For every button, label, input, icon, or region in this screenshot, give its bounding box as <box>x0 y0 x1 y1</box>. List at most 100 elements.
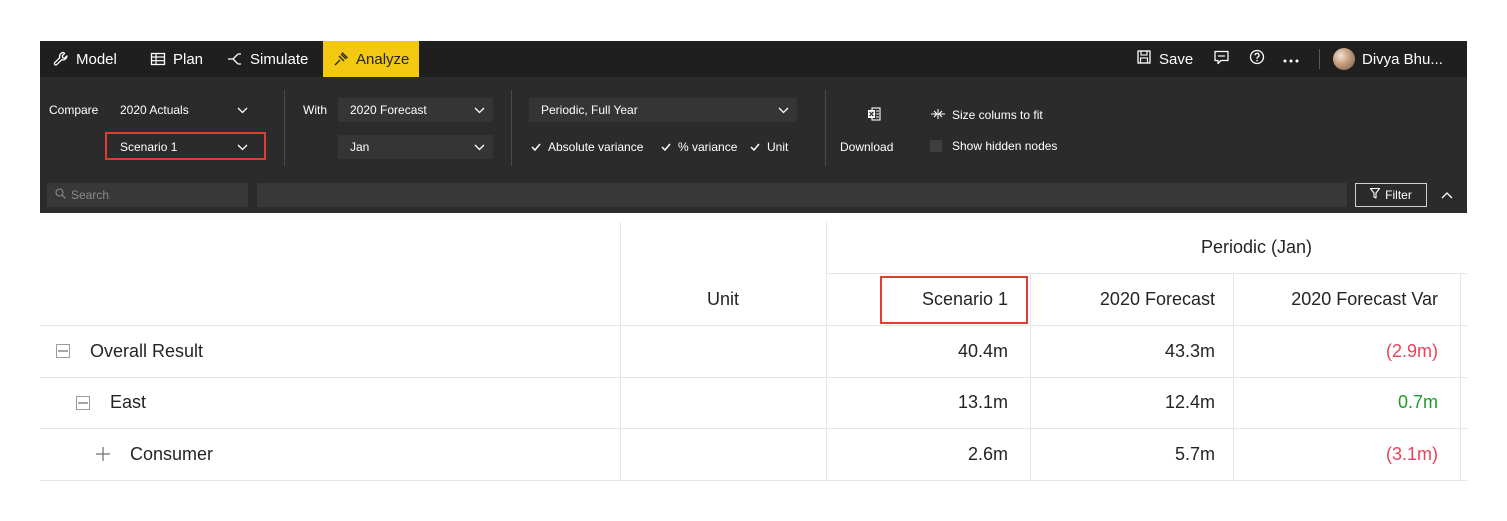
checkmark-icon <box>660 141 672 153</box>
compare-value: 2020 Actuals <box>120 103 189 117</box>
group-header-label: Periodic (Jan) <box>1200 237 1312 257</box>
cell-variance: 0.7m <box>1233 377 1460 428</box>
filter-track[interactable] <box>257 183 1347 207</box>
cell-value: 5.7m <box>1174 443 1215 464</box>
compare-label: Compare <box>49 103 99 117</box>
search-placeholder: Search <box>71 188 110 202</box>
user-name: Divya Bhu... <box>1362 50 1443 68</box>
absolute-variance-checkbox[interactable]: Absolute variance <box>530 140 643 154</box>
checkbox-unchecked-icon <box>930 140 942 152</box>
nav-simulate-label: Simulate <box>250 50 309 68</box>
toolbar-divider <box>511 90 512 166</box>
column-header-variance[interactable]: 2020 Forecast Var <box>1233 273 1460 325</box>
appbar-divider <box>1319 49 1320 69</box>
nav-plan-label: Plan <box>173 50 204 68</box>
save-label: Save <box>1159 50 1194 68</box>
toolbar-divider <box>284 90 285 166</box>
search-bar: Search Filter <box>40 177 1467 213</box>
table-row: Consumer <box>96 428 616 480</box>
grid-line <box>620 222 621 481</box>
comment-button[interactable] <box>1213 41 1230 77</box>
compare-dropdown[interactable]: 2020 Actuals <box>108 98 256 122</box>
nav-analyze-label: Analyze <box>356 50 410 68</box>
show-hidden-nodes-checkbox[interactable]: Show hidden nodes <box>930 139 1057 153</box>
size-columns-button[interactable]: Size colums to fit <box>930 108 1043 122</box>
checkmark-icon <box>749 141 761 153</box>
row-label: Consumer <box>130 443 214 464</box>
nav-model-label: Model <box>76 50 117 68</box>
download-button[interactable]: Download <box>840 107 912 155</box>
period-value: Periodic, Full Year <box>541 103 638 117</box>
filter-label: Filter <box>1385 188 1412 202</box>
filter-icon <box>1370 187 1381 202</box>
collapse-icon[interactable] <box>56 344 70 358</box>
analyze-toolbar: Compare 2020 Actuals Scenario 1 With 202… <box>40 77 1467 177</box>
more-options-button[interactable] <box>1282 41 1300 77</box>
table-row: East <box>76 377 616 428</box>
chevron-down-icon <box>474 144 485 151</box>
chevron-down-icon <box>474 107 485 114</box>
nav-plan[interactable]: Plan <box>150 41 203 77</box>
unit-label: Unit <box>767 140 789 154</box>
cell-value: 2.6m <box>967 443 1008 464</box>
row-label: Overall Result <box>90 340 204 361</box>
with-period-value: Jan <box>350 140 370 154</box>
with-label: With <box>303 103 327 117</box>
more-icon <box>1282 51 1300 68</box>
column-header-variance-label: 2020 Forecast Var <box>1291 288 1438 309</box>
cell-forecast: 12.4m <box>1030 377 1233 428</box>
scenario-column-highlight-box <box>880 276 1028 324</box>
with-period-dropdown[interactable]: Jan <box>338 135 493 159</box>
cell-value: (2.9m) <box>1385 340 1438 361</box>
user-menu[interactable]: Divya Bhu... <box>1333 41 1443 77</box>
column-header-unit[interactable]: Unit <box>620 273 826 325</box>
cell-scenario: 13.1m <box>826 377 1030 428</box>
group-header: Periodic (Jan) <box>826 222 1436 273</box>
with-dropdown[interactable]: 2020 Forecast <box>338 98 493 122</box>
chevron-down-icon <box>778 107 789 114</box>
app-bar: Model Plan Simulate Analyze Save Divya B… <box>40 41 1467 77</box>
cell-forecast: 43.3m <box>1030 325 1233 377</box>
unit-checkbox[interactable]: Unit <box>749 140 788 154</box>
percent-variance-checkbox[interactable]: % variance <box>660 140 737 154</box>
checkmark-icon <box>530 141 542 153</box>
help-button[interactable] <box>1249 41 1265 77</box>
nav-simulate[interactable]: Simulate <box>227 41 308 77</box>
cell-scenario: 40.4m <box>826 325 1030 377</box>
cell-value: 0.7m <box>1397 392 1438 412</box>
cell-scenario: 2.6m <box>826 428 1030 480</box>
expand-icon[interactable] <box>96 447 110 461</box>
wrench-icon <box>53 51 69 67</box>
cell-variance: (2.9m) <box>1233 325 1460 377</box>
column-header-forecast[interactable]: 2020 Forecast <box>1030 273 1233 325</box>
filter-button[interactable]: Filter <box>1355 183 1427 207</box>
table-row: Overall Result <box>56 325 616 377</box>
search-input[interactable]: Search <box>47 183 248 207</box>
analyze-icon <box>333 51 349 67</box>
absolute-variance-label: Absolute variance <box>548 140 644 154</box>
collapse-toolbar-button[interactable] <box>1435 183 1459 207</box>
cell-value: 13.1m <box>957 392 1008 412</box>
simulate-icon <box>227 51 243 67</box>
collapse-icon[interactable] <box>76 395 90 410</box>
toolbar-divider <box>825 90 826 166</box>
save-button[interactable]: Save <box>1136 41 1193 77</box>
grid-line <box>40 480 1467 481</box>
nav-analyze[interactable]: Analyze <box>323 41 420 77</box>
period-dropdown[interactable]: Periodic, Full Year <box>529 98 797 122</box>
chevron-down-icon <box>237 107 248 114</box>
download-label: Download <box>840 140 894 154</box>
scenario-highlight-box <box>105 132 266 160</box>
analysis-grid: Periodic (Jan) Unit Scenario 1 2020 Fore… <box>40 222 1467 482</box>
fit-columns-icon <box>930 108 946 122</box>
avatar <box>1333 48 1355 70</box>
cell-forecast: 5.7m <box>1030 428 1233 480</box>
save-icon <box>1136 49 1152 69</box>
column-header-forecast-label: 2020 Forecast <box>1099 288 1215 309</box>
show-hidden-nodes-label: Show hidden nodes <box>952 139 1058 153</box>
with-value: 2020 Forecast <box>350 103 427 117</box>
row-label: East <box>110 392 147 412</box>
table-icon <box>150 51 166 67</box>
help-icon <box>1249 49 1265 69</box>
nav-model[interactable]: Model <box>53 41 117 77</box>
